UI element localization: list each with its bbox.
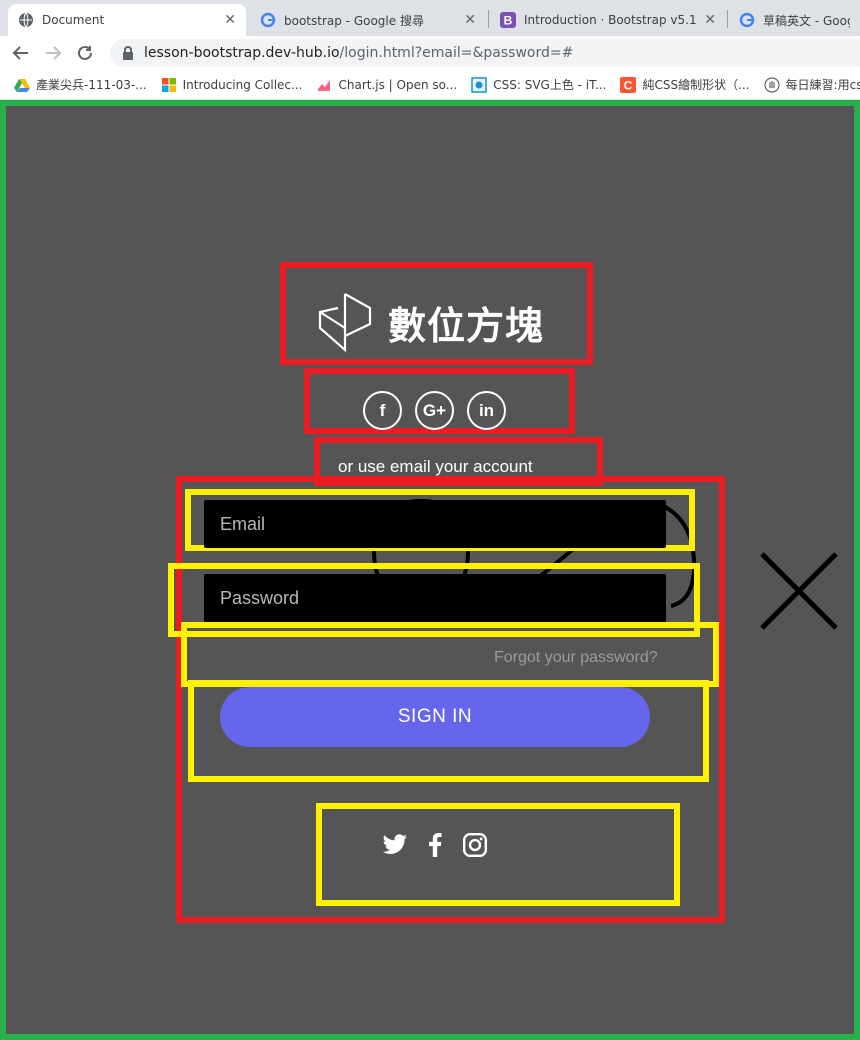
or-use-email-text: or use email your account [338,457,533,476]
tab-bootstrap-search[interactable]: bootstrap - Google 搜尋 ✕ [250,4,486,36]
password-field[interactable]: Password [204,574,666,622]
close-tab-icon[interactable]: ✕ [464,12,476,28]
tab-document[interactable]: Document ✕ [8,4,246,36]
bookmark-label: 產業尖兵-111-03-... [36,78,147,92]
tab-separator [488,10,489,28]
navigation-bar: lesson-bootstrap.dev-hub.io/login.html?e… [0,36,860,70]
social-login-group: f G+ in [363,391,519,430]
login-page: 數位方塊 f G+ in or use email your account E… [0,100,860,1040]
bookmark-label: 每日練習:用css實 [785,78,860,92]
svg-text:B: B [504,14,513,28]
google-plus-login-button[interactable]: G+ [415,391,454,430]
tab-title: Introduction · Bootstrap v5.1 [524,13,697,27]
url-host: lesson-bootstrap.dev-hub.io [144,45,340,61]
bookmark-item[interactable]: CSS: SVG上色 - iT... [471,76,606,93]
c-icon: C [620,76,637,93]
url-path: /login.html?email=&password=# [339,45,574,61]
instagram-icon[interactable] [462,832,488,858]
sign-in-button[interactable]: SIGN IN [220,687,650,747]
google-icon [260,12,276,28]
forgot-password-link[interactable]: Forgot your password? [494,649,658,667]
google-icon [739,12,755,28]
bookmark-item[interactable]: 每日練習:用css實 [763,76,860,93]
tab-strip: Document ✕ bootstrap - Google 搜尋 ✕ B Int… [0,0,860,36]
bootstrap-icon: B [500,12,516,28]
tab-draft-english[interactable]: 草稿英文 - Google [729,4,860,36]
bookmark-label: CSS: SVG上色 - iT... [493,78,607,92]
logo-icon [318,293,372,353]
close-tab-icon[interactable]: ✕ [224,12,236,28]
svg-text:C: C [624,78,633,92]
bookmark-item[interactable]: 產業尖兵-111-03-... [14,76,147,93]
hand-icon [763,76,780,93]
bookmark-item[interactable]: C 純CSS繪制形状（... [620,76,750,93]
close-tab-icon[interactable]: ✕ [704,12,716,28]
back-arrow-icon[interactable] [10,42,32,64]
microsoft-icon [161,77,177,93]
close-icon[interactable] [754,546,844,636]
address-bar[interactable]: lesson-bootstrap.dev-hub.io/login.html?e… [110,39,860,67]
reload-icon[interactable] [74,42,96,64]
bookmarks-bar: 產業尖兵-111-03-... Introducing Collec... Ch… [0,70,860,100]
email-field[interactable]: Email [204,500,666,548]
bookmark-item[interactable]: Introducing Collec... [161,77,303,93]
facebook-login-button[interactable]: f [363,391,402,430]
bookmark-label: Introducing Collec... [182,77,303,92]
facebook-icon[interactable] [422,832,448,858]
tab-title: Document [42,13,105,27]
bookmark-item[interactable]: Chart.js | Open so... [316,77,457,93]
tab-bootstrap-intro[interactable]: B Introduction · Bootstrap v5.1 ✕ [490,4,726,36]
forward-arrow-icon[interactable] [42,42,64,64]
lock-icon[interactable] [122,46,134,60]
globe-icon [18,12,34,28]
brand: 數位方塊 [318,290,544,354]
twitter-icon[interactable] [382,832,408,858]
tab-title: bootstrap - Google 搜尋 [284,13,424,28]
brand-name: 數位方塊 [388,303,545,348]
drive-icon [14,77,30,93]
tab-separator [727,10,728,28]
bookmark-label: 純CSS繪制形状（... [642,78,750,92]
chartjs-icon [316,77,332,93]
linkedin-login-button[interactable]: in [467,391,506,430]
footer-social-icons [382,832,502,858]
ithome-icon [471,76,487,93]
tab-title: 草稿英文 - Google [763,13,850,28]
bookmark-label: Chart.js | Open so... [338,77,458,92]
